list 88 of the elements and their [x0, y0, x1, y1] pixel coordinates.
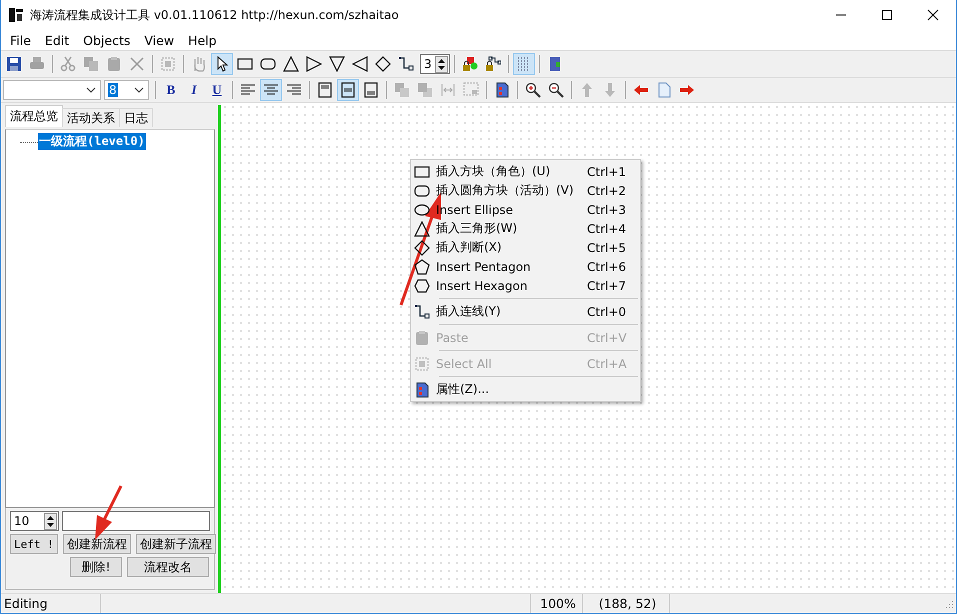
tab[interactable]: 日志 [119, 108, 153, 127]
context-menu-item[interactable]: 插入方块（角色）(U) Ctrl+1 [411, 162, 640, 181]
action-button[interactable]: 创建新流程 [62, 534, 131, 554]
status-text: Editing [1, 594, 101, 613]
status-text: 100% [531, 594, 583, 613]
rectangle-icon [414, 164, 430, 180]
tree-item[interactable]: 一级流程(level0) [38, 133, 146, 150]
menu-item[interactable]: Help [181, 32, 224, 48]
rounded-rectangle-icon [414, 182, 430, 198]
triangle-icon [414, 220, 430, 236]
clipboard-icon [106, 56, 122, 72]
menu-item[interactable]: Edit [38, 32, 76, 48]
tab[interactable]: 流程总览 [5, 105, 63, 127]
action-button[interactable]: 流程改名 [127, 557, 209, 577]
triangle-right-icon [306, 56, 322, 72]
context-menu-item[interactable]: 插入圆角方块（活动）(V) Ctrl+2 [411, 181, 640, 200]
format-button[interactable]: I [183, 79, 205, 101]
connector-lock-icon [485, 56, 501, 72]
menu-item[interactable]: File [3, 32, 38, 48]
overlap-squares-icon [394, 82, 410, 98]
clipboard-icon [414, 330, 430, 346]
spin-arrows-icon[interactable] [435, 56, 448, 72]
context-menu-item[interactable]: 插入判断(X) Ctrl+5 [411, 238, 640, 257]
combo-box[interactable]: 8 [104, 80, 149, 100]
page-icon [656, 82, 672, 98]
align-top-icon [317, 82, 333, 98]
properties-icon [494, 82, 510, 98]
action-button[interactable]: 创建新子流程 [136, 534, 216, 554]
arrow-down-icon [602, 82, 618, 98]
door-icon [547, 56, 563, 72]
cross-icon [129, 56, 145, 72]
pentagon-icon [414, 258, 430, 274]
diamond-icon [375, 56, 391, 72]
spin-arrows-icon[interactable] [44, 512, 57, 530]
chevron-down-icon [134, 87, 144, 93]
arrow-left-icon [633, 82, 649, 98]
action-button[interactable]: 删除! [70, 557, 122, 577]
chevron-down-icon [86, 87, 96, 93]
context-menu-item[interactable]: Insert Hexagon Ctrl+7 [411, 276, 640, 295]
tab[interactable]: 活动关系 [62, 108, 120, 127]
properties-icon [414, 382, 430, 398]
spin-field[interactable]: 3 [420, 54, 450, 74]
status-text: (188, 52) [583, 594, 670, 613]
hand-icon [191, 56, 207, 72]
menu-item[interactable]: View [137, 32, 182, 48]
dashed-square-icon [160, 56, 176, 72]
rounded-rectangle-icon [260, 56, 276, 72]
align-middle-icon [340, 82, 356, 98]
format-button[interactable]: U [206, 79, 228, 101]
action-button[interactable]: Left ! [10, 534, 58, 554]
format-button[interactable]: B [160, 79, 182, 101]
menu-item[interactable]: Objects [76, 32, 138, 48]
context-menu-item[interactable]: 插入连线(Y) Ctrl+0 [411, 302, 640, 321]
arrow-up-icon [579, 82, 595, 98]
toolbar-button[interactable] [211, 53, 233, 75]
copy-icon [83, 56, 99, 72]
fit-icon [463, 82, 479, 98]
printer-icon [29, 56, 45, 72]
ellipse-icon [414, 202, 430, 218]
arrow-right-icon [679, 82, 695, 98]
resize-grip-icon[interactable] [944, 598, 954, 608]
rectangle-icon [237, 56, 253, 72]
toolbar-button[interactable] [513, 53, 535, 75]
connector-icon [398, 56, 414, 72]
zoom-out-icon [548, 82, 564, 98]
app-icon [8, 7, 24, 23]
overlap-squares-icon [417, 82, 433, 98]
shape-lock-icon [462, 56, 478, 72]
window-title: 海涛流程集成设计工具 v0.01.110612 http://hexun.com/szhaitao [30, 6, 400, 24]
toolbar-button[interactable] [260, 79, 282, 101]
context-menu-item[interactable]: 属性(Z)... [411, 380, 640, 399]
spin-field[interactable]: 10 [10, 511, 59, 531]
spacing-icon [440, 82, 456, 98]
annotation-arrow [95, 485, 122, 540]
triangle-down-icon [329, 56, 345, 72]
connector-icon [414, 304, 430, 320]
context-menu-item[interactable]: 插入三角形(W) Ctrl+4 [411, 219, 640, 238]
text-field[interactable] [62, 511, 210, 531]
hexagon-icon [414, 278, 430, 294]
diamond-icon [414, 240, 430, 256]
align-bottom-icon [363, 82, 379, 98]
context-menu-item[interactable]: Insert Pentagon Ctrl+6 [411, 257, 640, 276]
triangle-icon [283, 56, 299, 72]
zoom-in-icon [525, 82, 541, 98]
scissors-icon [60, 56, 76, 72]
dashed-square-icon [414, 356, 430, 372]
triangle-left-icon [352, 56, 368, 72]
toolbar-button[interactable] [337, 79, 359, 101]
